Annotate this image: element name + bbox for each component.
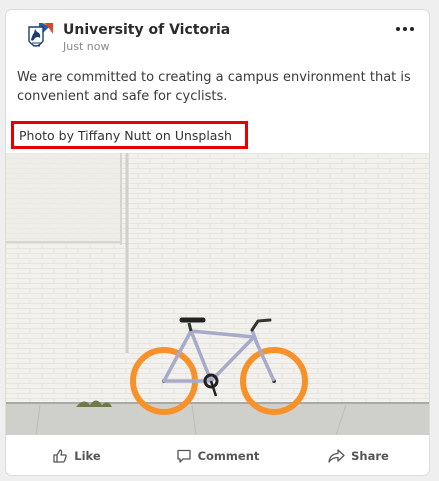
more-options-button[interactable] [395,21,415,37]
post-header: University of Victoria Just now [6,10,429,66]
author-name[interactable]: University of Victoria [63,22,230,38]
speech-bubble-icon [176,449,191,463]
post-photo[interactable] [6,153,429,435]
post-actions: Like Comment Share [6,436,429,475]
photo-credit-highlight: Photo by Tiffany Nutt on Unsplash [11,121,248,149]
post-text: We are committed to creating a campus en… [17,70,411,104]
comment-button[interactable]: Comment [147,448,288,464]
comment-label: Comment [197,448,260,463]
share-button[interactable]: Share [288,448,429,464]
more-horizontal-icon [396,27,400,31]
like-button[interactable]: Like [6,448,147,464]
post-card: University of Victoria Just now We are c… [6,10,429,475]
thumbs-up-icon [53,448,68,463]
share-label: Share [351,448,389,463]
photo-credit: Photo by Tiffany Nutt on Unsplash [19,127,232,143]
university-crest-icon[interactable] [23,21,57,55]
post-timestamp: Just now [63,40,110,53]
like-label: Like [74,448,101,463]
share-arrow-icon [328,448,345,463]
